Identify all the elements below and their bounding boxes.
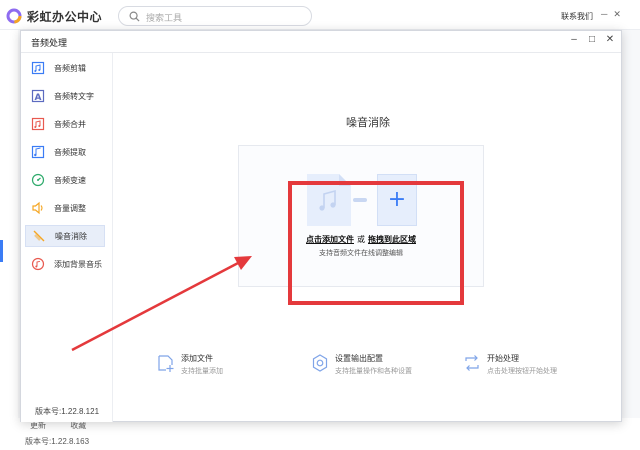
audio-speed-icon xyxy=(31,173,45,187)
step-desc: 支持批量操作和各种设置 xyxy=(335,368,412,375)
audio-to-text-icon: A xyxy=(31,89,45,103)
drop-hint: 支持音频文件在线调整编辑 xyxy=(319,250,403,257)
step-title: 设置输出配置 xyxy=(335,354,383,363)
sidebar-item-audio-extract[interactable]: 音频提取 xyxy=(25,141,105,163)
audio-extract-icon xyxy=(31,145,45,159)
step-start-processing[interactable]: 开始处理 点击处理按钮开始处理 xyxy=(462,353,557,383)
noise-removal-icon xyxy=(32,229,46,243)
maximize-button[interactable]: □ xyxy=(587,34,597,46)
sidebar-item-label: 添加背景音乐 xyxy=(54,259,102,269)
step-desc: 点击处理按钮开始处理 xyxy=(487,368,557,375)
dialog-sidebar: 音频剪辑 A 音频转文字 音频合并 音频提取 音频变速 音量调整 噪音消除 添加… xyxy=(21,53,113,422)
sidebar-item-volume-adjust[interactable]: 音量调整 xyxy=(25,197,105,219)
app-sidebar-active-marker xyxy=(0,240,3,262)
sidebar-item-audio-merge[interactable]: 音频合并 xyxy=(25,113,105,135)
dialog-main: 噪音消除 + 点击添加文件或拖拽到此区域 支持音频文件在线调整编辑 添加文件 支… xyxy=(114,53,622,422)
close-button[interactable]: ✕ xyxy=(605,34,615,46)
click-add-file-link[interactable]: 点击添加文件 xyxy=(306,235,354,244)
dialog-version: 版本号:1.22.8.121 xyxy=(35,407,100,416)
sidebar-item-label: 音频转文字 xyxy=(54,91,94,101)
page-title: 噪音消除 xyxy=(346,117,390,129)
sidebar-item-audio-cut[interactable]: 音频剪辑 xyxy=(25,57,105,79)
dialog-window-controls: – □ ✕ xyxy=(569,34,615,46)
separator-dash xyxy=(353,198,367,202)
sidebar-item-label: 音频提取 xyxy=(54,147,86,157)
favorite-link[interactable]: 收藏 xyxy=(70,421,86,430)
step-desc: 支持批量添加 xyxy=(181,368,223,375)
plus-icon: + xyxy=(387,187,407,212)
volume-adjust-icon xyxy=(31,201,45,215)
search-icon xyxy=(129,11,140,22)
sidebar-item-audio-to-text[interactable]: A 音频转文字 xyxy=(25,85,105,107)
app-topbar: 彩虹办公中心 搜索工具 联系我们 ─✕ xyxy=(0,0,640,30)
drop-or-text: 或 xyxy=(357,235,365,244)
sidebar-item-label: 音频变速 xyxy=(54,175,86,185)
step-add-file-text: 添加文件 支持批量添加 xyxy=(181,353,223,376)
step-output-settings-text: 设置输出配置 支持批量操作和各种设置 xyxy=(335,353,412,376)
app-logo-icon xyxy=(6,8,22,24)
audio-merge-icon xyxy=(31,117,45,131)
search-placeholder: 搜索工具 xyxy=(146,13,183,23)
app-sidebar xyxy=(0,30,18,450)
dialog-title: 音频处理 xyxy=(31,38,68,48)
sidebar-item-label: 音量调整 xyxy=(54,203,86,213)
sidebar-item-label: 音频合并 xyxy=(54,119,86,129)
add-file-button[interactable]: + xyxy=(377,174,417,226)
app-name: 彩虹办公中心 xyxy=(27,10,103,24)
sidebar-item-label: 噪音消除 xyxy=(55,231,87,241)
audio-cut-icon xyxy=(31,61,45,75)
settings-gear-icon xyxy=(312,354,328,372)
step-start-processing-text: 开始处理 点击处理按钮开始处理 xyxy=(487,353,557,376)
file-drop-zone[interactable]: + 点击添加文件或拖拽到此区域 支持音频文件在线调整编辑 xyxy=(238,145,484,287)
search-input[interactable]: 搜索工具 xyxy=(118,6,312,26)
add-file-icon xyxy=(158,355,174,372)
svg-text:A: A xyxy=(35,93,42,103)
process-arrows-icon xyxy=(465,355,479,371)
step-output-settings[interactable]: 设置输出配置 支持批量操作和各种设置 xyxy=(310,353,412,383)
step-add-file[interactable]: 添加文件 支持批量添加 xyxy=(156,353,223,383)
minimize-button[interactable]: – xyxy=(569,34,579,46)
sidebar-item-label: 音频剪辑 xyxy=(54,63,86,73)
sidebar-item-audio-speed[interactable]: 音频变速 xyxy=(25,169,105,191)
app-version: 版本号:1.22.8.163 xyxy=(25,437,90,446)
sidebar-item-add-bg-music[interactable]: 添加背景音乐 xyxy=(25,253,105,275)
audio-file-icon xyxy=(307,174,351,226)
drop-instruction: 点击添加文件或拖拽到此区域 xyxy=(239,234,483,245)
steps-bar: 添加文件 支持批量添加 设置输出配置 支持批量操作和各种设置 开始处理 点击处理… xyxy=(114,353,622,393)
add-bg-music-icon xyxy=(31,257,45,271)
update-link[interactable]: 更新 xyxy=(30,421,46,430)
contact-us-link[interactable]: 联系我们 xyxy=(561,11,593,22)
step-title: 添加文件 xyxy=(181,354,213,363)
step-title: 开始处理 xyxy=(487,354,519,363)
drag-here-text: 拖拽到此区域 xyxy=(368,235,416,244)
audio-processing-dialog: 音频处理 – □ ✕ 音频剪辑 A 音频转文字 音频合并 音频提取 音频变速 音… xyxy=(20,30,622,422)
app-window-controls[interactable]: ─✕ xyxy=(601,9,627,20)
sidebar-item-noise-removal[interactable]: 噪音消除 xyxy=(25,225,105,247)
